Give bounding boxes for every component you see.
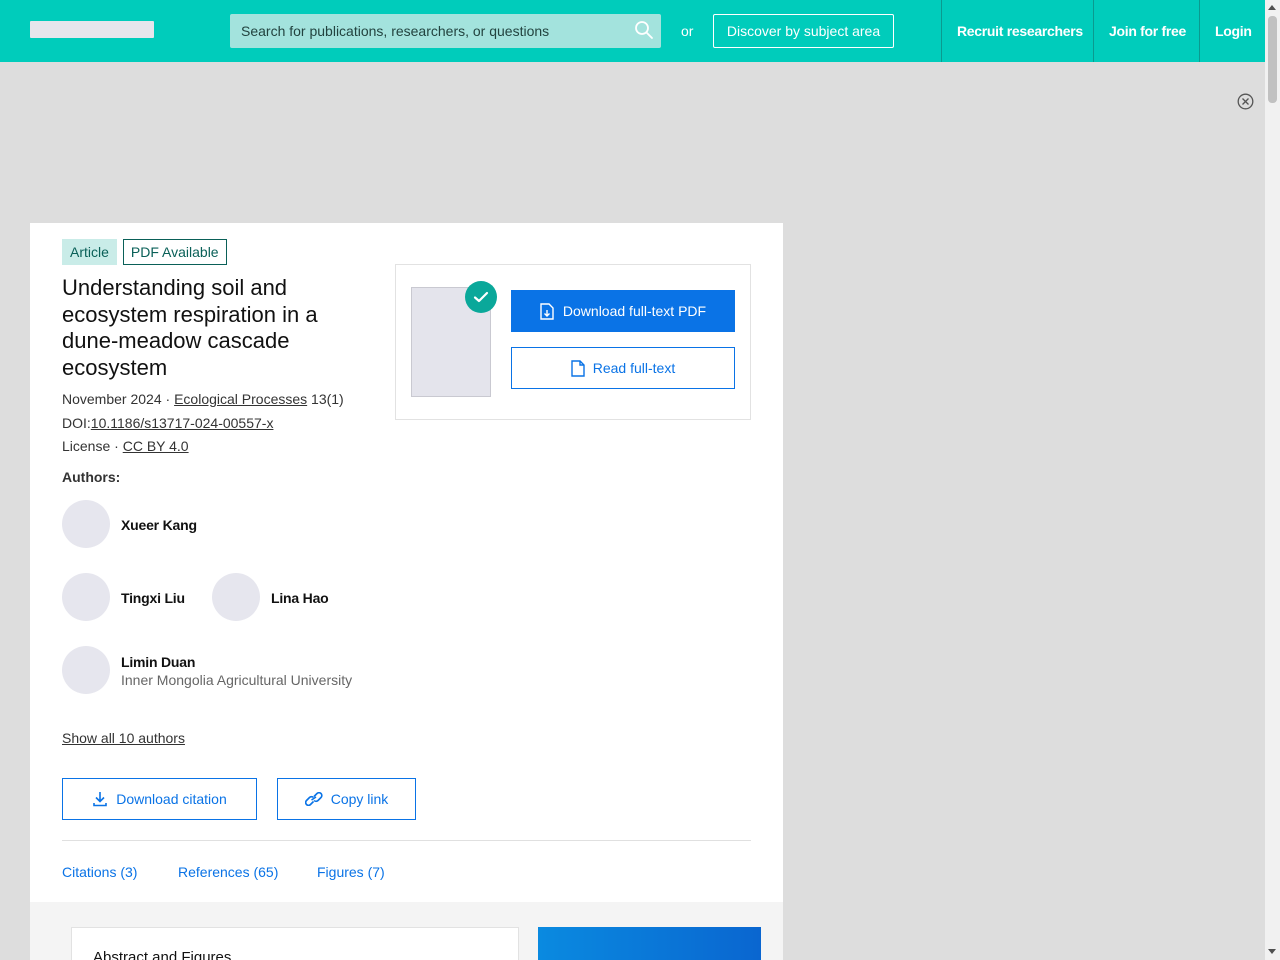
section-divider	[62, 840, 751, 841]
author-avatar[interactable]	[62, 573, 110, 621]
download-full-text-pdf-button[interactable]: Download full-text PDF	[511, 290, 735, 332]
tab-references[interactable]: References (65)	[178, 864, 278, 880]
license-line: License · CC BY 4.0	[62, 438, 189, 454]
journal-link[interactable]: Ecological Processes	[174, 391, 307, 407]
tab-figures[interactable]: Figures (7)	[317, 864, 385, 880]
publication-date-journal: November 2024 · Ecological Processes 13(…	[62, 391, 344, 407]
search-box[interactable]	[230, 14, 661, 48]
article-type-tag: Article	[62, 239, 117, 265]
search-input[interactable]	[230, 14, 661, 48]
authors-label: Authors:	[62, 469, 121, 485]
join-for-free-link[interactable]: Join for free	[1109, 23, 1186, 39]
download-pdf-label: Download full-text PDF	[562, 303, 707, 319]
author-name[interactable]: Limin Duan	[121, 654, 195, 670]
download-citation-label: Download citation	[116, 791, 227, 807]
author-affiliation: Inner Mongolia Agricultural University	[121, 672, 353, 688]
scroll-down-arrow-icon[interactable]	[1268, 949, 1276, 954]
nav-divider	[941, 0, 942, 62]
publication-tags: Article PDF Available	[62, 239, 227, 265]
nav-divider	[1093, 0, 1094, 62]
nav-divider	[1199, 0, 1200, 62]
publication-title: Understanding soil and ecosystem respira…	[62, 275, 318, 380]
copy-link-label: Copy link	[330, 791, 389, 807]
full-text-box: Download full-text PDF Read full-text	[395, 264, 751, 420]
doi-line: DOI:10.1186/s13717-024-00557-x	[62, 415, 273, 431]
abstract-card: Abstract and Figures	[71, 927, 519, 960]
top-navigation-bar: or Discover by subject area Recruit rese…	[0, 0, 1265, 62]
pdf-download-icon	[540, 302, 554, 320]
download-citation-button[interactable]: Download citation	[62, 778, 257, 820]
author-name[interactable]: Tingxi Liu	[121, 590, 185, 606]
tab-citations[interactable]: Citations (3)	[62, 864, 137, 880]
author-avatar[interactable]	[212, 573, 260, 621]
doi-label: DOI:	[62, 415, 91, 431]
page-scrollbar[interactable]	[1265, 0, 1280, 960]
license-label: License ·	[62, 438, 123, 454]
document-icon	[571, 359, 585, 377]
scroll-thumb[interactable]	[1268, 16, 1277, 103]
show-all-authors-link[interactable]: Show all 10 authors	[62, 730, 185, 746]
author-name[interactable]: Lina Hao	[271, 590, 329, 606]
pdf-available-tag: PDF Available	[122, 239, 227, 265]
doi-link[interactable]: 10.1186/s13717-024-00557-x	[91, 415, 274, 431]
read-full-text-label: Read full-text	[592, 360, 676, 376]
journal-issue: 13(1)	[307, 391, 344, 407]
scroll-up-arrow-icon[interactable]	[1268, 5, 1276, 10]
author-avatar[interactable]	[62, 500, 110, 548]
recruit-researchers-link[interactable]: Recruit researchers	[957, 23, 1083, 39]
license-link[interactable]: CC BY 4.0	[123, 438, 189, 454]
check-icon	[465, 281, 497, 313]
read-full-text-button[interactable]: Read full-text	[511, 347, 735, 389]
close-ad-icon[interactable]	[1237, 93, 1254, 110]
download-icon	[93, 792, 108, 807]
login-link[interactable]: Login	[1215, 23, 1252, 39]
publication-card: Article PDF Available Understanding soil…	[30, 223, 783, 960]
publication-date: November 2024	[62, 391, 162, 407]
copy-link-button[interactable]: Copy link	[277, 778, 416, 820]
meta-separator: ·	[161, 391, 175, 407]
search-icon[interactable]	[634, 20, 654, 40]
site-logo[interactable]	[30, 21, 154, 38]
promo-panel[interactable]	[538, 927, 761, 960]
author-avatar[interactable]	[62, 646, 110, 694]
link-icon	[304, 792, 323, 806]
or-text: or	[681, 23, 694, 39]
discover-subject-button[interactable]: Discover by subject area	[713, 14, 894, 48]
content-section: Abstract and Figures	[30, 902, 783, 960]
author-name[interactable]: Xueer Kang	[121, 517, 197, 533]
abstract-title: Abstract and Figures	[93, 949, 232, 960]
